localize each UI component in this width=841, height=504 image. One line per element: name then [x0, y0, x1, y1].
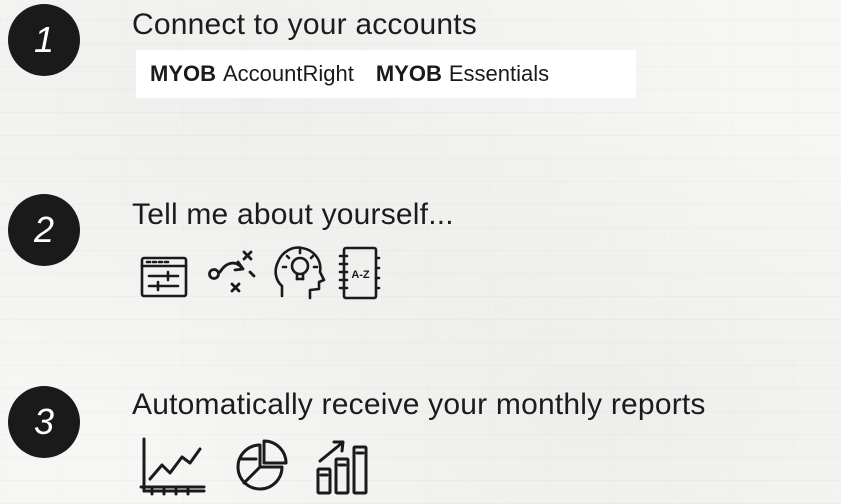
product-name: AccountRight [223, 61, 354, 86]
step-number-badge: 2 [8, 194, 80, 266]
product-name: Essentials [448, 61, 550, 86]
a-to-z-label: A-Z [351, 269, 370, 281]
pie-chart-icon [230, 437, 290, 497]
settings-panel-icon [138, 250, 196, 302]
address-book-icon: A-Z [336, 244, 382, 302]
step-number-badge: 1 [8, 4, 80, 76]
myob-essentials-link[interactable]: MYOB Essentials [376, 61, 549, 87]
report-icons-row [138, 435, 398, 497]
step-number-badge: 3 [8, 386, 80, 458]
step-title: Connect to your accounts [132, 8, 477, 41]
strategy-play-icon [204, 246, 262, 302]
lightbulb-head-icon [270, 242, 328, 302]
myob-brand: MYOB [150, 61, 216, 86]
line-chart-icon [138, 435, 208, 497]
myob-accountright-link[interactable]: MYOB AccountRight [150, 61, 354, 87]
step-title: Tell me about yourself... [132, 198, 454, 231]
myob-products-bar: MYOB AccountRight MYOB Essentials [136, 50, 636, 98]
step-title: Automatically receive your monthly repor… [132, 388, 706, 421]
about-icons-row: A-Z [138, 242, 390, 302]
myob-brand: MYOB [375, 61, 442, 86]
bar-chart-icon [312, 435, 376, 497]
